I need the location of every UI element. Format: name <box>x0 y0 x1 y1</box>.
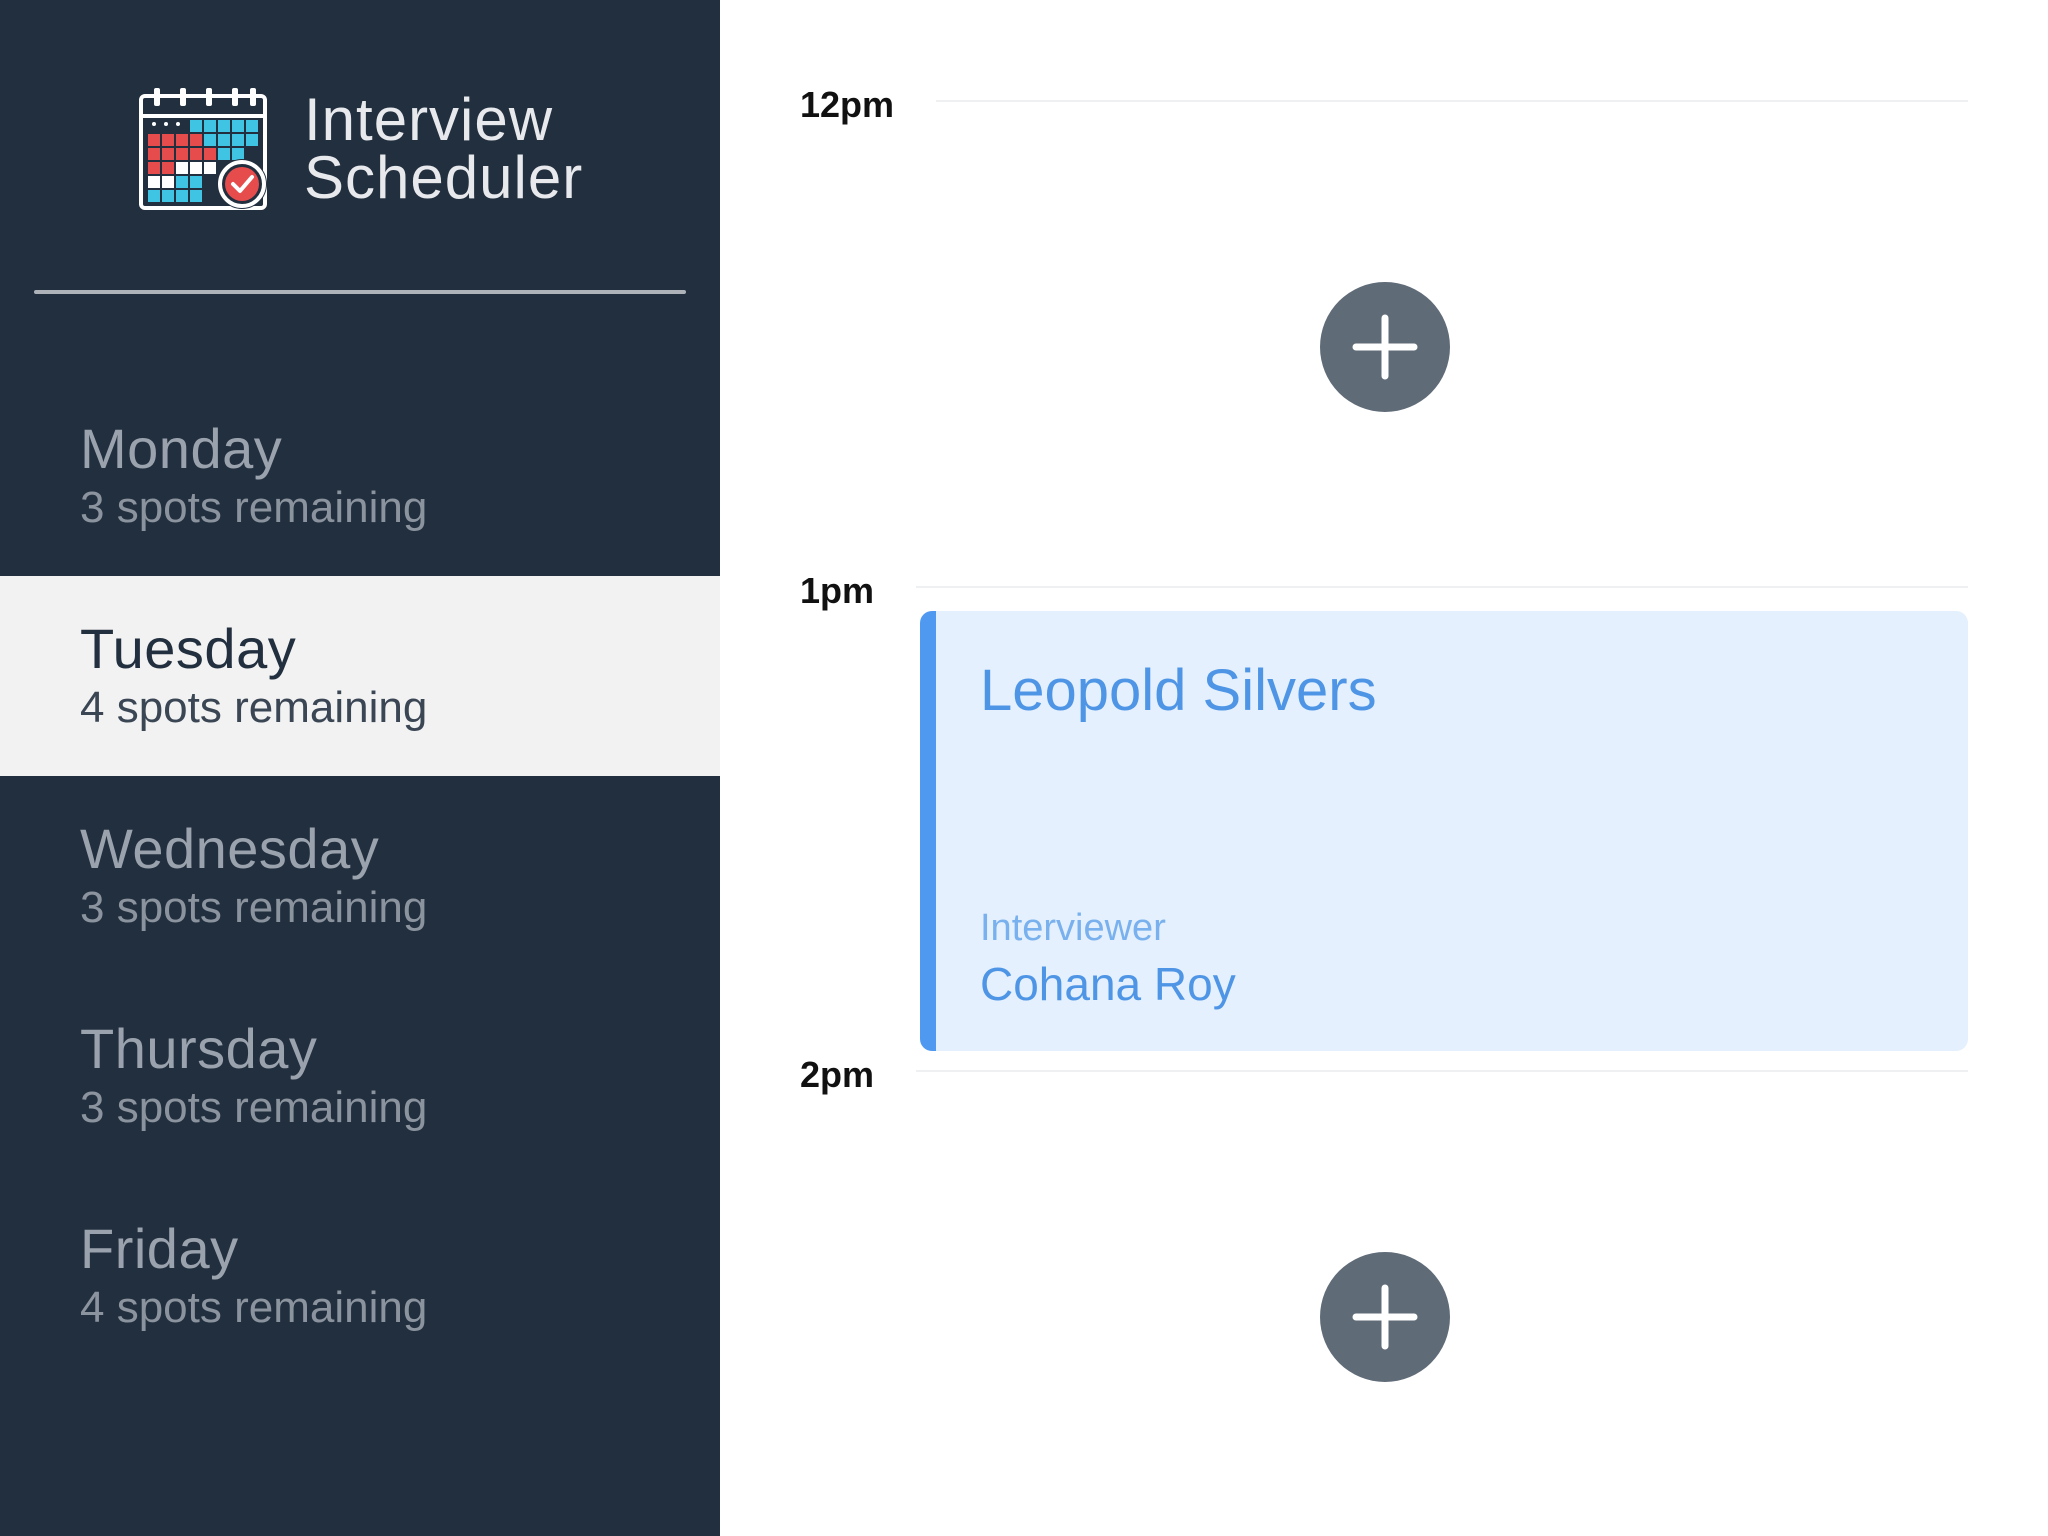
appointment-card[interactable]: Leopold Silvers Interviewer Cohana Roy <box>920 611 1968 1051</box>
day-spots-remaining: 4 spots remaining <box>80 683 428 732</box>
appointment-student-name: Leopold Silvers <box>980 658 1377 723</box>
schedule: 12pm 1pm Leopold Silvers Interviewer Coh… <box>720 0 2048 1536</box>
day-spots-remaining: 3 spots remaining <box>80 883 428 932</box>
brand: Interview Scheduler <box>138 86 583 212</box>
interviewer-label: Interviewer <box>980 907 1166 949</box>
day-name: Thursday <box>80 1017 318 1080</box>
calendar-check-icon <box>139 88 267 210</box>
time-label-2pm: 2pm <box>800 1054 875 1095</box>
day-item-friday[interactable]: Friday 4 spots remaining <box>0 1176 720 1376</box>
day-list: Monday 3 spots remaining Tuesday 4 spots… <box>0 376 720 1376</box>
time-label-1pm: 1pm <box>800 570 875 611</box>
add-appointment-button[interactable] <box>1320 1252 1450 1382</box>
app-title-line-1: Interview <box>304 86 554 153</box>
sidebar-divider <box>34 290 686 294</box>
day-item-thursday[interactable]: Thursday 3 spots remaining <box>0 976 720 1176</box>
day-name: Friday <box>80 1217 239 1280</box>
time-label-12pm: 12pm <box>800 84 895 125</box>
day-item-tuesday[interactable]: Tuesday 4 spots remaining <box>0 576 720 776</box>
day-item-monday[interactable]: Monday 3 spots remaining <box>0 376 720 576</box>
day-name: Monday <box>80 417 283 480</box>
day-name: Tuesday <box>80 617 297 680</box>
plus-icon <box>1352 314 1418 380</box>
day-spots-remaining: 3 spots remaining <box>80 1083 428 1132</box>
day-name: Wednesday <box>80 817 380 880</box>
day-spots-remaining: 4 spots remaining <box>80 1283 428 1332</box>
app: Interview Scheduler Monday 3 spots remai… <box>0 0 2048 1536</box>
day-spots-remaining: 3 spots remaining <box>80 483 428 532</box>
time-divider <box>936 100 1968 102</box>
sidebar: Interview Scheduler Monday 3 spots remai… <box>0 0 720 1536</box>
interviewer-name: Cohana Roy <box>980 958 1236 1010</box>
add-appointment-button[interactable] <box>1320 282 1450 412</box>
time-divider <box>916 586 1968 588</box>
app-title-line-2: Scheduler <box>304 144 584 211</box>
day-item-wednesday[interactable]: Wednesday 3 spots remaining <box>0 776 720 976</box>
app-title: Interview Scheduler <box>304 86 584 211</box>
time-divider <box>916 1070 1968 1072</box>
plus-icon <box>1352 1284 1418 1350</box>
